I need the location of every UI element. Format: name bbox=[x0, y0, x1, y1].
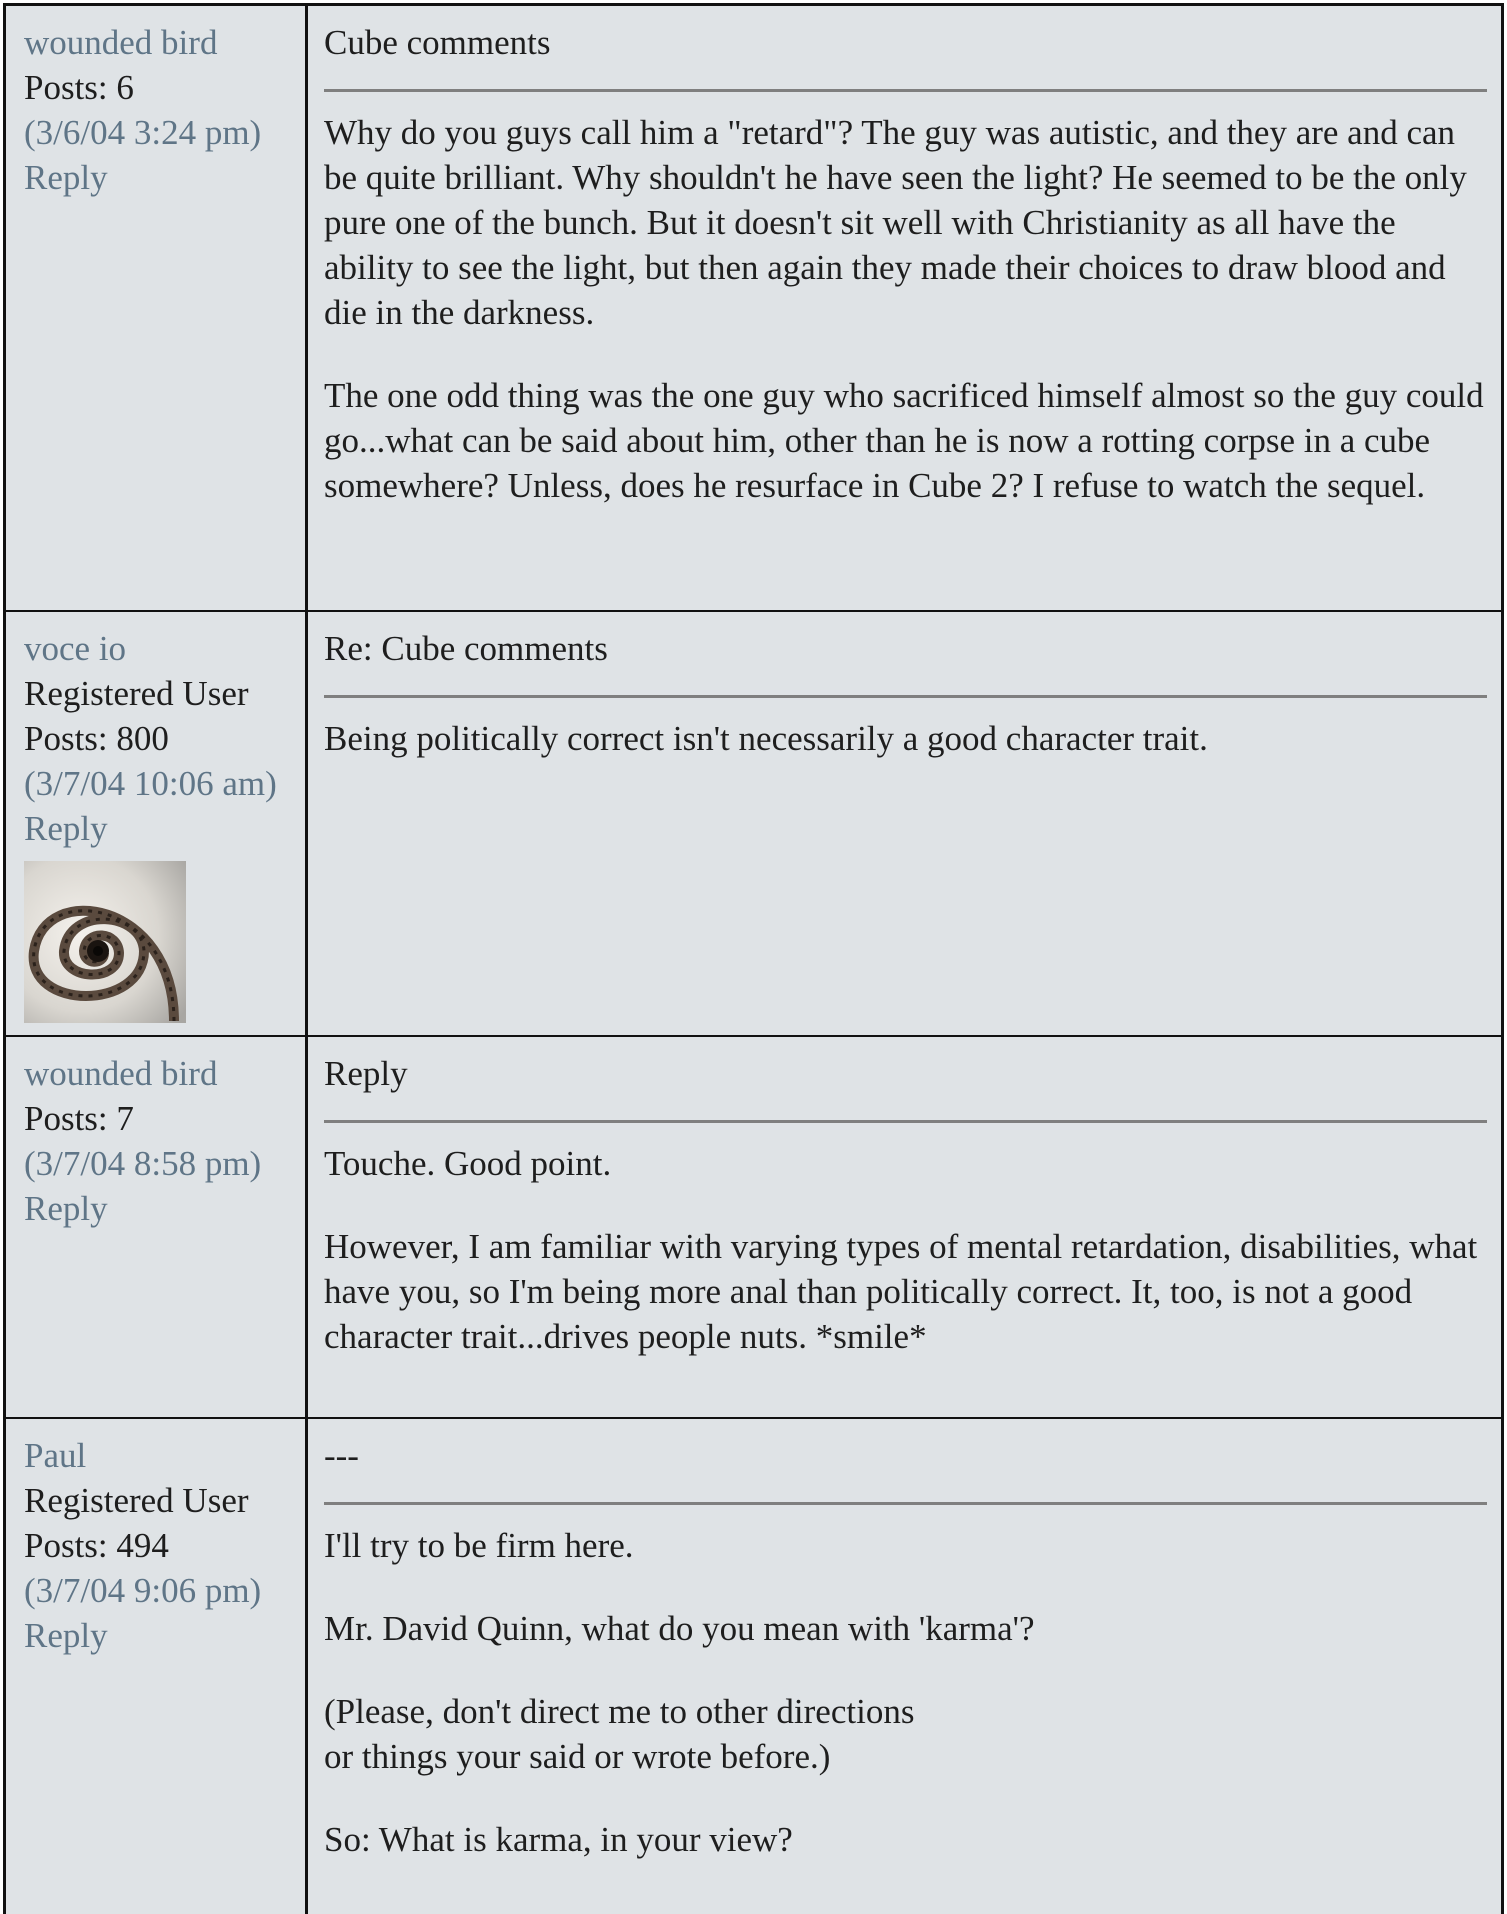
post-body: Reply Touche. Good point. However, I am … bbox=[308, 1037, 1501, 1417]
author-panel: wounded bird Posts: 6 (3/6/04 3:24 pm) R… bbox=[6, 6, 308, 610]
reply-link[interactable]: Reply bbox=[24, 1186, 305, 1231]
post-timestamp-link[interactable]: (3/7/04 8:58 pm) bbox=[24, 1141, 305, 1186]
author-name-link[interactable]: wounded bird bbox=[24, 1051, 305, 1096]
author-name-link[interactable]: voce io bbox=[24, 626, 305, 671]
post-subject: Re: Cube comments bbox=[324, 626, 1487, 698]
post-subject: Reply bbox=[324, 1051, 1487, 1123]
post-paragraph: Touche. Good point. bbox=[324, 1144, 612, 1183]
forum-thread: wounded bird Posts: 6 (3/6/04 3:24 pm) R… bbox=[3, 3, 1504, 1914]
post-paragraph: Being politically correct isn't necessar… bbox=[324, 719, 1208, 758]
forum-post: wounded bird Posts: 6 (3/6/04 3:24 pm) R… bbox=[6, 6, 1501, 612]
post-paragraph: I'll try to be firm here. bbox=[324, 1526, 634, 1565]
reply-link[interactable]: Reply bbox=[24, 806, 305, 851]
spiral-staircase-avatar bbox=[24, 861, 186, 1023]
post-body: Re: Cube comments Being politically corr… bbox=[308, 612, 1501, 1035]
post-body: Cube comments Why do you guys call him a… bbox=[308, 6, 1501, 610]
user-role: Registered User bbox=[24, 1481, 249, 1520]
forum-post: voce io Registered User Posts: 800 (3/7/… bbox=[6, 612, 1501, 1037]
author-panel: Paul Registered User Posts: 494 (3/7/04 … bbox=[6, 1419, 308, 1914]
forum-post: Paul Registered User Posts: 494 (3/7/04 … bbox=[6, 1419, 1501, 1914]
post-subject: --- bbox=[324, 1433, 1487, 1505]
post-subject: Cube comments bbox=[324, 20, 1487, 92]
post-count: Posts: 800 bbox=[24, 719, 169, 758]
author-name-link[interactable]: wounded bird bbox=[24, 20, 305, 65]
post-paragraph: Why do you guys call him a "retard"? The… bbox=[324, 113, 1467, 332]
post-paragraph: (Please, don't direct me to other direct… bbox=[324, 1692, 915, 1776]
post-timestamp-link[interactable]: (3/6/04 3:24 pm) bbox=[24, 110, 305, 155]
author-panel: voce io Registered User Posts: 800 (3/7/… bbox=[6, 612, 308, 1035]
post-paragraph: The one odd thing was the one guy who sa… bbox=[324, 376, 1484, 505]
author-panel: wounded bird Posts: 7 (3/7/04 8:58 pm) R… bbox=[6, 1037, 308, 1417]
post-body: --- I'll try to be firm here. Mr. David … bbox=[308, 1419, 1501, 1914]
post-count: Posts: 7 bbox=[24, 1099, 134, 1138]
post-paragraph: Mr. David Quinn, what do you mean with '… bbox=[324, 1609, 1035, 1648]
forum-post: wounded bird Posts: 7 (3/7/04 8:58 pm) R… bbox=[6, 1037, 1501, 1419]
author-name-link[interactable]: Paul bbox=[24, 1433, 305, 1478]
post-count: Posts: 6 bbox=[24, 68, 134, 107]
reply-link[interactable]: Reply bbox=[24, 155, 305, 200]
post-timestamp-link[interactable]: (3/7/04 10:06 am) bbox=[24, 761, 305, 806]
post-paragraph: So: What is karma, in your view? bbox=[324, 1820, 793, 1859]
reply-link[interactable]: Reply bbox=[24, 1613, 305, 1658]
post-timestamp-link[interactable]: (3/7/04 9:06 pm) bbox=[24, 1568, 305, 1613]
user-role: Registered User bbox=[24, 674, 249, 713]
post-paragraph: However, I am familiar with varying type… bbox=[324, 1227, 1478, 1356]
post-count: Posts: 494 bbox=[24, 1526, 169, 1565]
